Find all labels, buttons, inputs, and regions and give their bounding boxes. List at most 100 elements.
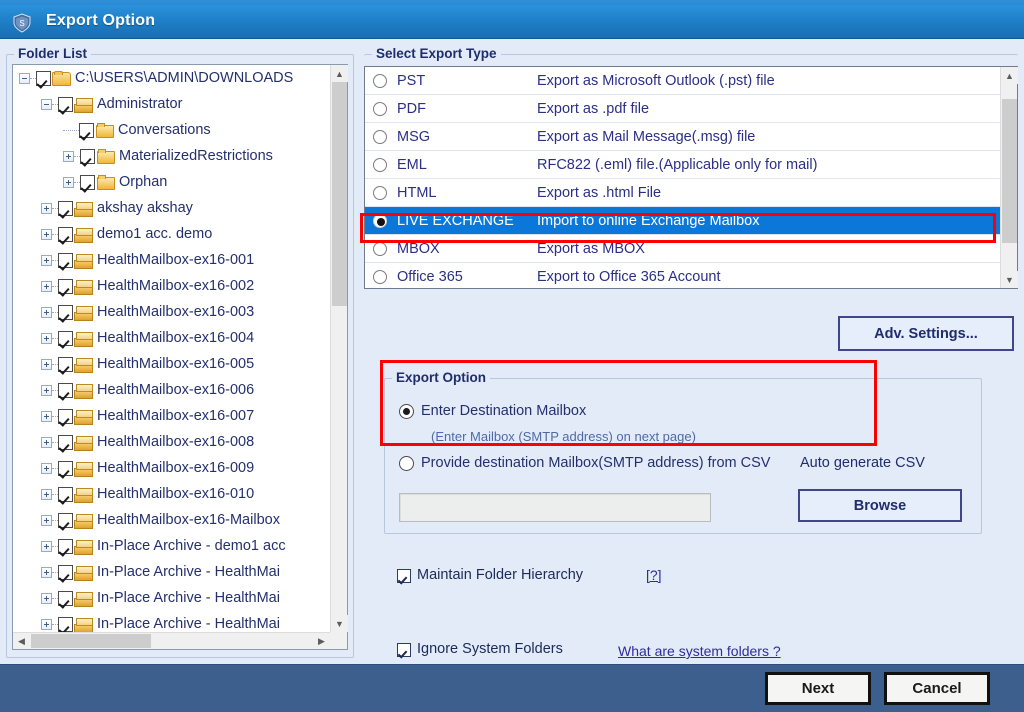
folder-checkbox[interactable] (80, 174, 95, 190)
folder-tree-row[interactable]: demo1 acc. demo (13, 221, 330, 247)
folder-tree-panel[interactable]: C:\USERS\ADMIN\DOWNLOADS Administrator Con… (12, 64, 348, 650)
export-type-radio[interactable] (373, 185, 387, 200)
folder-tree-row[interactable]: HealthMailbox-ex16-Mailbox (13, 507, 330, 533)
expand-plus-icon[interactable] (41, 280, 52, 292)
csv-path-input[interactable] (399, 493, 711, 522)
collapse-minus-icon[interactable] (41, 98, 52, 110)
folder-checkbox[interactable] (58, 616, 73, 632)
next-button[interactable]: Next (765, 672, 871, 705)
vertical-scrollbar-thumb[interactable] (1002, 99, 1017, 243)
folder-checkbox[interactable] (58, 382, 73, 398)
export-type-row[interactable]: MBOX Export as MBOX (365, 235, 1000, 263)
expand-plus-icon[interactable] (41, 436, 52, 448)
radio-provide-mailbox-from-csv[interactable] (399, 456, 414, 471)
checkbox-maintain-folder-hierarchy[interactable] (397, 569, 411, 583)
folder-checkbox[interactable] (58, 434, 73, 450)
expand-plus-icon[interactable] (41, 410, 52, 422)
folder-tree-row[interactable]: Conversations (13, 117, 330, 143)
export-type-list[interactable]: PST Export as Microsoft Outlook (.pst) fi… (364, 66, 1018, 289)
auto-generate-csv-link[interactable]: Auto generate CSV (800, 455, 925, 471)
export-type-row[interactable]: PST Export as Microsoft Outlook (.pst) fi… (365, 67, 1000, 95)
horizontal-scrollbar-thumb[interactable] (31, 634, 151, 648)
expand-plus-icon[interactable] (41, 358, 52, 370)
export-type-vertical-scrollbar[interactable]: ▲ ▼ (1000, 67, 1018, 288)
expand-plus-icon[interactable] (41, 618, 52, 630)
folder-checkbox[interactable] (58, 226, 73, 242)
folder-checkbox[interactable] (58, 512, 73, 528)
expand-plus-icon[interactable] (41, 592, 52, 604)
folder-checkbox[interactable] (80, 148, 95, 164)
export-type-row[interactable]: LIVE EXCHANGE Import to online Exchange M… (365, 207, 1000, 235)
export-type-row[interactable]: PDF Export as .pdf file (365, 95, 1000, 123)
csv-path-input-field[interactable] (400, 494, 710, 521)
scroll-up-arrow-icon[interactable]: ▲ (1001, 67, 1018, 84)
folder-checkbox[interactable] (58, 408, 73, 424)
folder-tree-row[interactable]: HealthMailbox-ex16-006 (13, 377, 330, 403)
expand-plus-icon[interactable] (41, 514, 52, 526)
folder-tree-row[interactable]: In-Place Archive - demo1 acc (13, 533, 330, 559)
export-type-radio[interactable] (373, 129, 387, 144)
folder-tree-row[interactable]: HealthMailbox-ex16-001 (13, 247, 330, 273)
folder-tree-row[interactable]: Administrator (13, 91, 330, 117)
expand-plus-icon[interactable] (41, 566, 52, 578)
folder-tree-row[interactable]: HealthMailbox-ex16-010 (13, 481, 330, 507)
folder-checkbox[interactable] (58, 304, 73, 320)
expand-plus-icon[interactable] (41, 540, 52, 552)
expand-plus-icon[interactable] (41, 332, 52, 344)
vertical-scrollbar-thumb[interactable] (332, 82, 347, 306)
folder-checkbox[interactable] (58, 330, 73, 346)
scroll-down-arrow-icon[interactable]: ▼ (1001, 271, 1018, 288)
expand-plus-icon[interactable] (63, 150, 74, 162)
collapse-minus-icon[interactable] (19, 72, 30, 84)
scroll-up-arrow-icon[interactable]: ▲ (331, 65, 348, 82)
folder-tree-row[interactable]: MaterializedRestrictions (13, 143, 330, 169)
folder-tree-row[interactable]: In-Place Archive - HealthMai (13, 611, 330, 632)
folder-tree-row[interactable]: C:\USERS\ADMIN\DOWNLOADS (13, 65, 330, 91)
export-type-row[interactable]: HTML Export as .html File (365, 179, 1000, 207)
folder-tree-row[interactable]: HealthMailbox-ex16-009 (13, 455, 330, 481)
adv-settings-button[interactable]: Adv. Settings... (838, 316, 1014, 351)
scroll-left-arrow-icon[interactable]: ◀ (13, 633, 30, 649)
folder-checkbox[interactable] (58, 278, 73, 294)
export-type-radio[interactable] (373, 213, 387, 228)
folder-tree-vertical-scrollbar[interactable]: ▲ ▼ (330, 65, 348, 632)
checkbox-ignore-system-folders[interactable] (397, 643, 411, 657)
folder-tree-row[interactable]: HealthMailbox-ex16-005 (13, 351, 330, 377)
cancel-button[interactable]: Cancel (884, 672, 990, 705)
folder-tree-row[interactable]: HealthMailbox-ex16-008 (13, 429, 330, 455)
scroll-right-arrow-icon[interactable]: ▶ (313, 633, 330, 649)
export-type-radio[interactable] (373, 73, 387, 88)
export-type-row[interactable]: MSG Export as Mail Message(.msg) file (365, 123, 1000, 151)
folder-checkbox[interactable] (79, 122, 94, 138)
expand-plus-icon[interactable] (41, 306, 52, 318)
export-type-row[interactable]: EML RFC822 (.eml) file.(Applicable only f… (365, 151, 1000, 179)
folder-tree-row[interactable]: In-Place Archive - HealthMai (13, 559, 330, 585)
export-type-radio[interactable] (373, 269, 387, 284)
folder-checkbox[interactable] (58, 200, 73, 216)
expand-plus-icon[interactable] (41, 384, 52, 396)
folder-tree-row[interactable]: HealthMailbox-ex16-003 (13, 299, 330, 325)
folder-checkbox[interactable] (58, 356, 73, 372)
folder-checkbox[interactable] (58, 590, 73, 606)
scroll-down-arrow-icon[interactable]: ▼ (331, 615, 348, 632)
export-type-radio[interactable] (373, 101, 387, 116)
expand-plus-icon[interactable] (41, 254, 52, 266)
folder-tree-row[interactable]: HealthMailbox-ex16-007 (13, 403, 330, 429)
folder-tree-horizontal-scrollbar[interactable]: ◀ ▶ (13, 632, 330, 649)
expand-plus-icon[interactable] (41, 462, 52, 474)
folder-checkbox[interactable] (58, 538, 73, 554)
folder-tree-row[interactable]: HealthMailbox-ex16-004 (13, 325, 330, 351)
maintain-folder-hierarchy-help-link[interactable]: [?] (646, 567, 662, 583)
folder-checkbox[interactable] (58, 252, 73, 268)
folder-tree-row[interactable]: HealthMailbox-ex16-002 (13, 273, 330, 299)
folder-checkbox[interactable] (58, 564, 73, 580)
folder-tree-row[interactable]: Orphan (13, 169, 330, 195)
folder-checkbox[interactable] (58, 460, 73, 476)
folder-tree-row[interactable]: In-Place Archive - HealthMai (13, 585, 330, 611)
export-type-row[interactable]: Office 365 Export to Office 365 Account (365, 263, 1000, 288)
export-type-radio[interactable] (373, 241, 387, 256)
folder-checkbox[interactable] (36, 70, 51, 86)
expand-plus-icon[interactable] (63, 176, 74, 188)
expand-plus-icon[interactable] (41, 228, 52, 240)
what-are-system-folders-link[interactable]: What are system folders ? (618, 643, 781, 659)
